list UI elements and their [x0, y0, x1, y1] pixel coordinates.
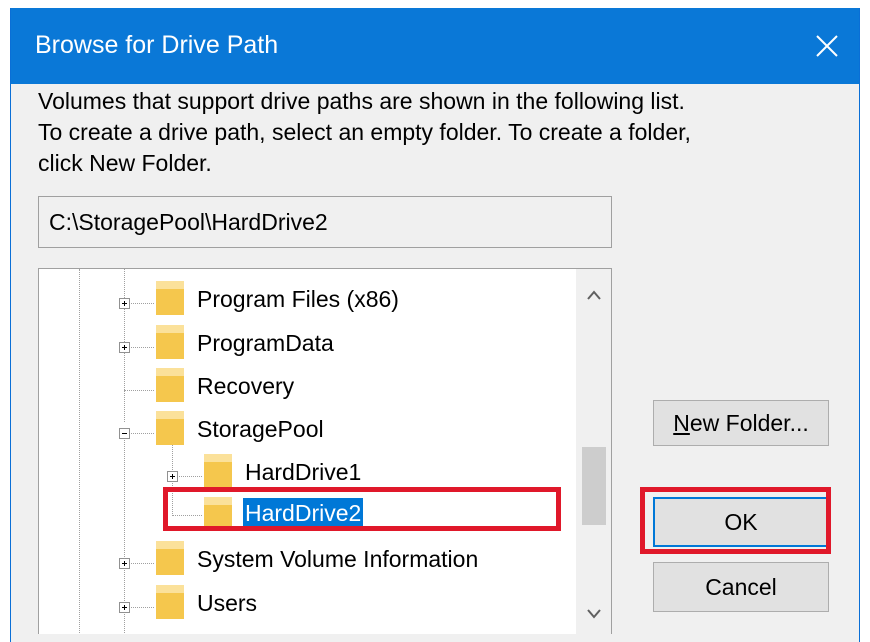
expand-plus-icon[interactable]	[119, 298, 130, 309]
folder-icon	[156, 281, 184, 315]
close-button[interactable]	[795, 8, 859, 84]
vertical-scrollbar[interactable]	[576, 269, 611, 634]
folder-icon	[156, 368, 184, 402]
ok-label: OK	[724, 508, 758, 535]
dialog-title: Browse for Drive Path	[35, 31, 279, 59]
new-folder-accelerator: N	[673, 409, 690, 436]
tree-item-programdata[interactable]: ProgramData	[39, 321, 579, 365]
folder-tree[interactable]: Program Files (x86) ProgramData Recovery…	[38, 268, 612, 634]
tree-item-harddrive1[interactable]: HardDrive1	[39, 450, 579, 494]
ok-button[interactable]: OK	[653, 497, 829, 547]
new-folder-button[interactable]: New Folder...	[653, 400, 829, 446]
expand-plus-icon[interactable]	[119, 558, 130, 569]
chevron-up-icon	[586, 290, 601, 300]
expand-plus-icon[interactable]	[119, 342, 130, 353]
instructions-text: Volumes that support drive paths are sho…	[38, 86, 818, 179]
instructions-line: Volumes that support drive paths are sho…	[38, 88, 685, 114]
scroll-thumb[interactable]	[582, 447, 606, 525]
tree-item-storagepool[interactable]: StoragePool	[39, 407, 579, 451]
instructions-line: click New Folder.	[38, 150, 212, 176]
close-icon	[816, 35, 838, 57]
tree-item-users[interactable]: Users	[39, 581, 579, 625]
collapse-minus-icon[interactable]	[119, 428, 130, 439]
tree-item-label: Recovery	[197, 373, 295, 399]
cancel-label: Cancel	[705, 573, 777, 600]
tree-branch-line	[172, 515, 202, 516]
folder-icon	[204, 454, 232, 488]
folder-icon	[156, 541, 184, 575]
new-folder-label: ew Folder...	[689, 409, 809, 436]
tree-item-program-files-x86[interactable]: Program Files (x86)	[39, 277, 579, 321]
title-bar: Browse for Drive Path	[11, 8, 859, 84]
tree-item-label-selected: HardDrive2	[243, 498, 364, 528]
tree-item-system-volume-information[interactable]: System Volume Information	[39, 537, 579, 581]
tree-item-harddrive2[interactable]: HardDrive2	[39, 493, 579, 537]
tree-branch-line	[124, 390, 154, 391]
chevron-down-icon	[586, 609, 601, 619]
drive-path-field[interactable]	[38, 196, 612, 248]
tree-item-recovery[interactable]: Recovery	[39, 364, 579, 408]
cancel-button[interactable]: Cancel	[653, 562, 829, 612]
tree-item-label: System Volume Information	[197, 546, 479, 572]
tree-item-label: StoragePool	[197, 416, 324, 442]
expand-plus-icon[interactable]	[167, 471, 178, 482]
tree-item-label: Program Files (x86)	[197, 286, 399, 312]
tree-item-label: ProgramData	[197, 330, 334, 356]
expand-plus-icon[interactable]	[119, 602, 130, 613]
scroll-up-button[interactable]	[576, 275, 611, 315]
scroll-down-button[interactable]	[576, 594, 611, 634]
folder-icon	[156, 585, 184, 619]
instructions-line: To create a drive path, select an empty …	[38, 119, 691, 145]
folder-icon	[204, 497, 232, 531]
folder-icon	[156, 411, 184, 445]
tree-item-label: HardDrive1	[245, 459, 362, 485]
folder-icon	[156, 325, 184, 359]
tree-item-label: Users	[197, 590, 258, 616]
